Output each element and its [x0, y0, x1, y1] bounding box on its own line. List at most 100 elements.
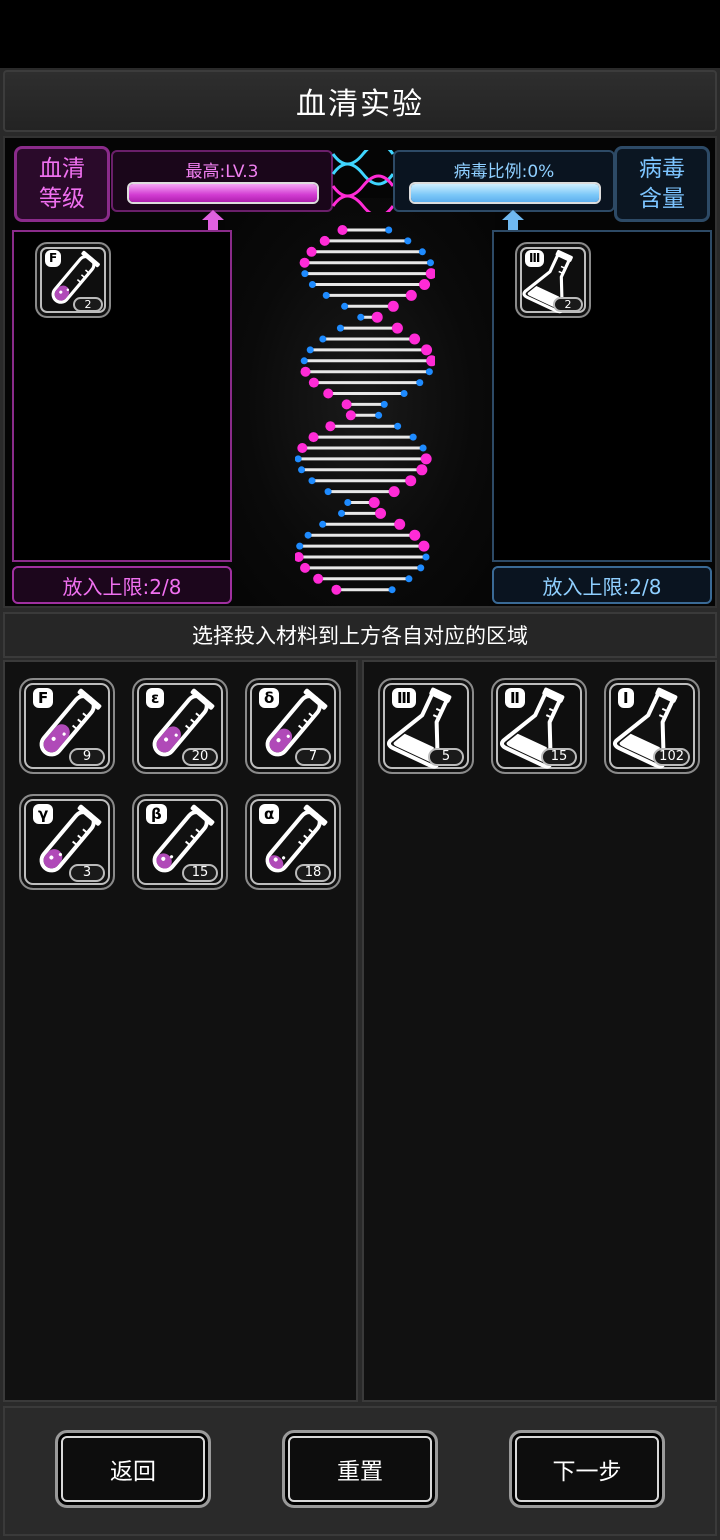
helix-node [409, 529, 421, 541]
helix-node [409, 333, 421, 345]
helix-node [308, 377, 319, 388]
virus-label-line1: 病毒 [639, 156, 685, 182]
helix-node [416, 379, 424, 387]
helix-node [300, 562, 311, 573]
virus-material-item[interactable]: Ⅱ 15 [491, 678, 587, 774]
virus-material-inventory: Ⅲ5 Ⅱ 15 Ⅰ 102 [362, 660, 717, 1402]
item-grade-tag: γ [33, 804, 54, 824]
placed-serum-item[interactable]: F2 [35, 242, 111, 318]
helix-node [405, 289, 417, 301]
item-grade-tag: Ⅲ [392, 688, 417, 708]
virus-progress-bar [409, 182, 601, 204]
item-count-badge: 18 [295, 864, 331, 882]
page-title: 血清实验 [296, 87, 424, 122]
item-grade-tag: δ [259, 688, 280, 708]
serum-drop-zone[interactable]: F2 [12, 230, 232, 562]
item-count-badge: 5 [428, 748, 464, 766]
helix-node [304, 531, 312, 539]
helix-node [421, 344, 433, 356]
helix-node [387, 300, 399, 312]
helix-node [345, 410, 356, 421]
status-bar [0, 0, 720, 68]
helix-node [375, 507, 387, 519]
serum-progress-bar [127, 182, 319, 204]
helix-node [344, 499, 352, 506]
helix-node [324, 488, 332, 496]
helix-node [323, 388, 334, 399]
instruction-text: 选择投入材料到上方各自对应的区域 [192, 624, 528, 648]
item-count-badge: 15 [541, 748, 577, 766]
back-button[interactable]: 返回 [55, 1430, 211, 1508]
serum-material-item[interactable]: ε 20 [132, 678, 228, 774]
helix-node [426, 355, 435, 367]
instruction-bar: 选择投入材料到上方各自对应的区域 [3, 612, 717, 658]
helix-node [301, 270, 309, 278]
helix-node [308, 281, 316, 288]
item-grade-tag: F [45, 250, 62, 267]
item-grade-tag: ε [146, 688, 165, 708]
placed-virus-item[interactable]: Ⅲ2 [515, 242, 591, 318]
helix-node [380, 400, 388, 408]
serum-label-line2: 等级 [39, 186, 85, 212]
lab-panel: 血清 等级 最高:LV.3 病毒比例:0% 病毒 含量 F 2 Ⅲ 2 放入上限… [3, 136, 717, 608]
virus-limit-label: 放入上限:2/8 [492, 566, 712, 604]
helix-node [418, 248, 426, 256]
item-count-badge: 3 [69, 864, 105, 882]
helix-node [313, 573, 324, 584]
virus-material-item[interactable]: Ⅲ5 [378, 678, 474, 774]
virus-up-arrow-icon [502, 210, 524, 232]
helix-node [319, 335, 327, 343]
helix-node [295, 552, 304, 562]
dna-helix-graphic [295, 225, 435, 595]
next-step-button[interactable]: 下一步 [509, 1430, 665, 1508]
helix-node [295, 455, 302, 463]
item-count-badge: 7 [295, 748, 331, 766]
item-grade-tag: Ⅲ [525, 250, 545, 267]
helix-node [325, 421, 336, 432]
reset-button[interactable]: 重置 [282, 1430, 438, 1508]
serum-level-label: 血清 等级 [14, 146, 110, 222]
virus-gauge-text: 病毒比例:0% [453, 162, 555, 182]
helix-node [425, 368, 433, 376]
serum-material-item[interactable]: α 18 [245, 794, 341, 890]
helix-node [419, 279, 431, 290]
helix-node [409, 433, 417, 441]
virus-drop-zone[interactable]: Ⅲ2 [492, 230, 712, 562]
serum-label-line1: 血清 [39, 156, 85, 182]
footer-bar: 返回 重置 下一步 [3, 1406, 717, 1536]
helix-node [394, 422, 402, 430]
dna-mini-icon [331, 150, 395, 212]
helix-node [337, 225, 348, 235]
helix-node [336, 324, 344, 332]
item-grade-tag: Ⅱ [505, 688, 525, 708]
item-grade-tag: Ⅰ [618, 688, 634, 708]
helix-node [296, 542, 304, 550]
item-count-badge: 2 [73, 297, 103, 312]
helix-node [331, 584, 342, 595]
helix-node [391, 322, 403, 334]
serum-progress-fill [129, 184, 317, 202]
helix-node [385, 226, 393, 234]
helix-node [341, 302, 349, 310]
helix-node [322, 291, 330, 299]
serum-material-item[interactable]: F9 [19, 678, 115, 774]
serum-material-inventory: F9 ε 20 δ7 γ 3 β 15 α 18 [3, 660, 358, 1402]
helix-node [417, 564, 425, 572]
helix-node [394, 518, 406, 530]
serum-gauge-text: 最高:LV.3 [185, 162, 259, 182]
helix-node [388, 486, 400, 498]
virus-label-line2: 含量 [639, 186, 685, 212]
serum-material-item[interactable]: δ7 [245, 678, 341, 774]
serum-material-item[interactable]: γ3 [19, 794, 115, 890]
virus-material-item[interactable]: Ⅰ 102 [604, 678, 700, 774]
helix-node [306, 346, 314, 354]
helix-node [306, 246, 317, 257]
helix-node [319, 520, 327, 528]
helix-node [299, 257, 310, 268]
helix-node [405, 575, 413, 583]
helix-node [404, 237, 412, 245]
helix-node [425, 268, 435, 280]
helix-node [371, 311, 383, 323]
serum-material-item[interactable]: β 15 [132, 794, 228, 890]
item-grade-tag: β [146, 804, 167, 824]
